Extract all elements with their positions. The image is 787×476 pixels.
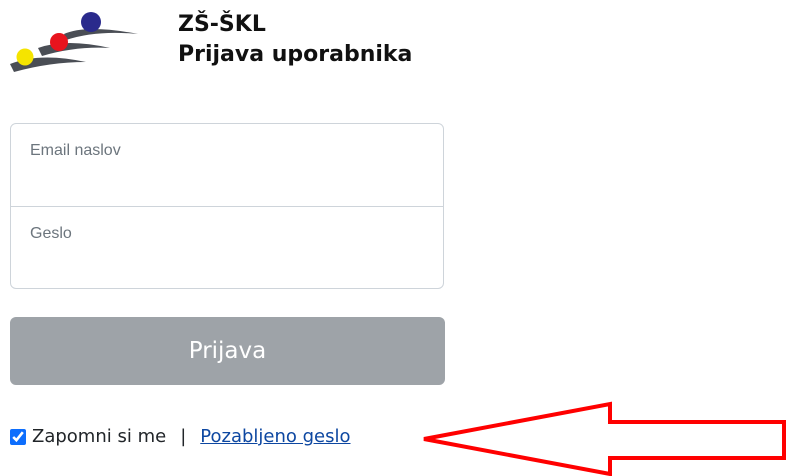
email-field[interactable]: Email naslov <box>11 124 443 207</box>
email-input[interactable] <box>29 168 419 194</box>
remember-label[interactable]: Zapomni si me <box>32 426 166 447</box>
remember-checkbox[interactable] <box>10 428 26 445</box>
app-title: ZŠ-ŠKL <box>178 12 266 37</box>
password-input[interactable] <box>29 251 419 277</box>
remember-row: Zapomni si me | Pozabljeno geslo <box>10 426 351 447</box>
password-field[interactable]: Geslo <box>11 207 443 288</box>
red-arrow-annotation <box>423 401 786 476</box>
email-label: Email naslov <box>30 142 121 159</box>
header-titles: ZŠ-ŠKL Prijava uporabnika <box>178 10 412 70</box>
page-title: Prijava uporabnika <box>178 42 413 67</box>
password-label: Geslo <box>30 225 72 242</box>
login-form: Email naslov Geslo <box>10 123 444 289</box>
forgot-password-link[interactable]: Pozabljeno geslo <box>200 426 350 447</box>
logo-icon <box>10 12 138 72</box>
login-button[interactable]: Prijava <box>10 317 445 385</box>
separator: | <box>180 426 187 447</box>
